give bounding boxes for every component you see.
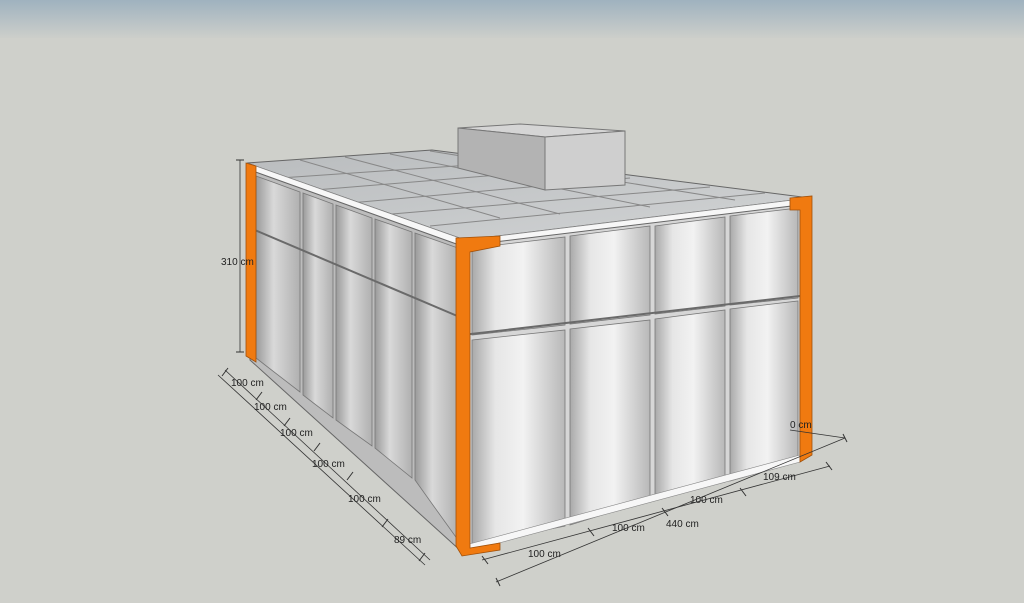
front-dimension-3: 100 cm <box>690 495 723 506</box>
3d-booth-model-view: 310 cm 100 cm 100 cm 100 cm 100 cm 100 c… <box>0 0 1024 603</box>
side-dimension-1: 100 cm <box>231 378 264 389</box>
front-total-dimension: 440 cm <box>666 519 699 530</box>
partial-dimension-label: 0 cm <box>790 420 812 431</box>
front-dimension-4: 109 cm <box>763 472 796 483</box>
side-dimension-6: 89 cm <box>394 535 421 546</box>
front-dimension-2: 100 cm <box>612 523 645 534</box>
side-dimension-5: 100 cm <box>348 494 381 505</box>
height-dimension-label: 310 cm <box>221 257 254 268</box>
side-dimension-4: 100 cm <box>312 459 345 470</box>
side-dimension-3: 100 cm <box>280 428 313 439</box>
side-dimension-2: 100 cm <box>254 402 287 413</box>
sky-background <box>0 0 1024 40</box>
front-dimension-1: 100 cm <box>528 549 561 560</box>
